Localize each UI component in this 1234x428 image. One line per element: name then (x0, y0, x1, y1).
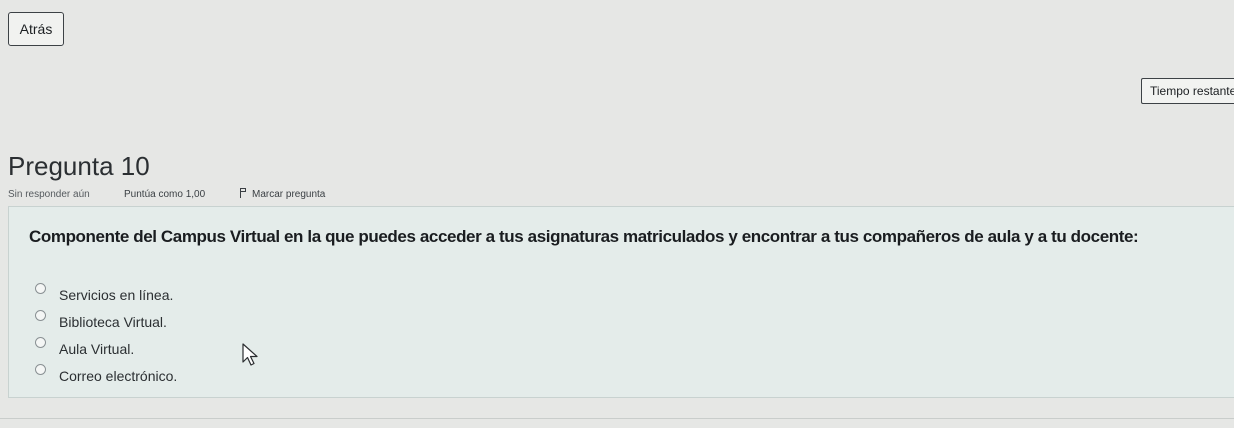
radio-unchecked-icon[interactable] (35, 283, 46, 294)
radio-unchecked-icon[interactable] (35, 337, 46, 348)
question-title: Pregunta 10 (8, 151, 150, 181)
radio-unchecked-icon[interactable] (35, 364, 46, 375)
answer-option-label: Correo electrónico. (59, 368, 178, 384)
question-text: Componente del Campus Virtual en la que … (29, 227, 1139, 246)
flag-question-label: Marcar pregunta (252, 189, 326, 200)
flag-question-link[interactable]: Marcar pregunta (240, 188, 325, 202)
answer-option-label: Biblioteca Virtual. (59, 314, 167, 330)
flag-icon (240, 188, 246, 198)
question-score: Puntúa como 1,00 (124, 189, 206, 200)
mouse-pointer-icon (242, 343, 258, 366)
page-divider (0, 418, 1234, 419)
question-panel: Componente del Campus Virtual en la que … (8, 206, 1234, 398)
radio-unchecked-icon[interactable] (35, 310, 46, 321)
time-remaining-box: Tiempo restante (1141, 78, 1234, 104)
back-button[interactable]: Atrás (8, 12, 64, 46)
question-status: Sin responder aún (8, 189, 90, 200)
answer-option-label: Servicios en línea. (59, 287, 174, 303)
answer-option-label: Aula Virtual. (59, 341, 135, 357)
